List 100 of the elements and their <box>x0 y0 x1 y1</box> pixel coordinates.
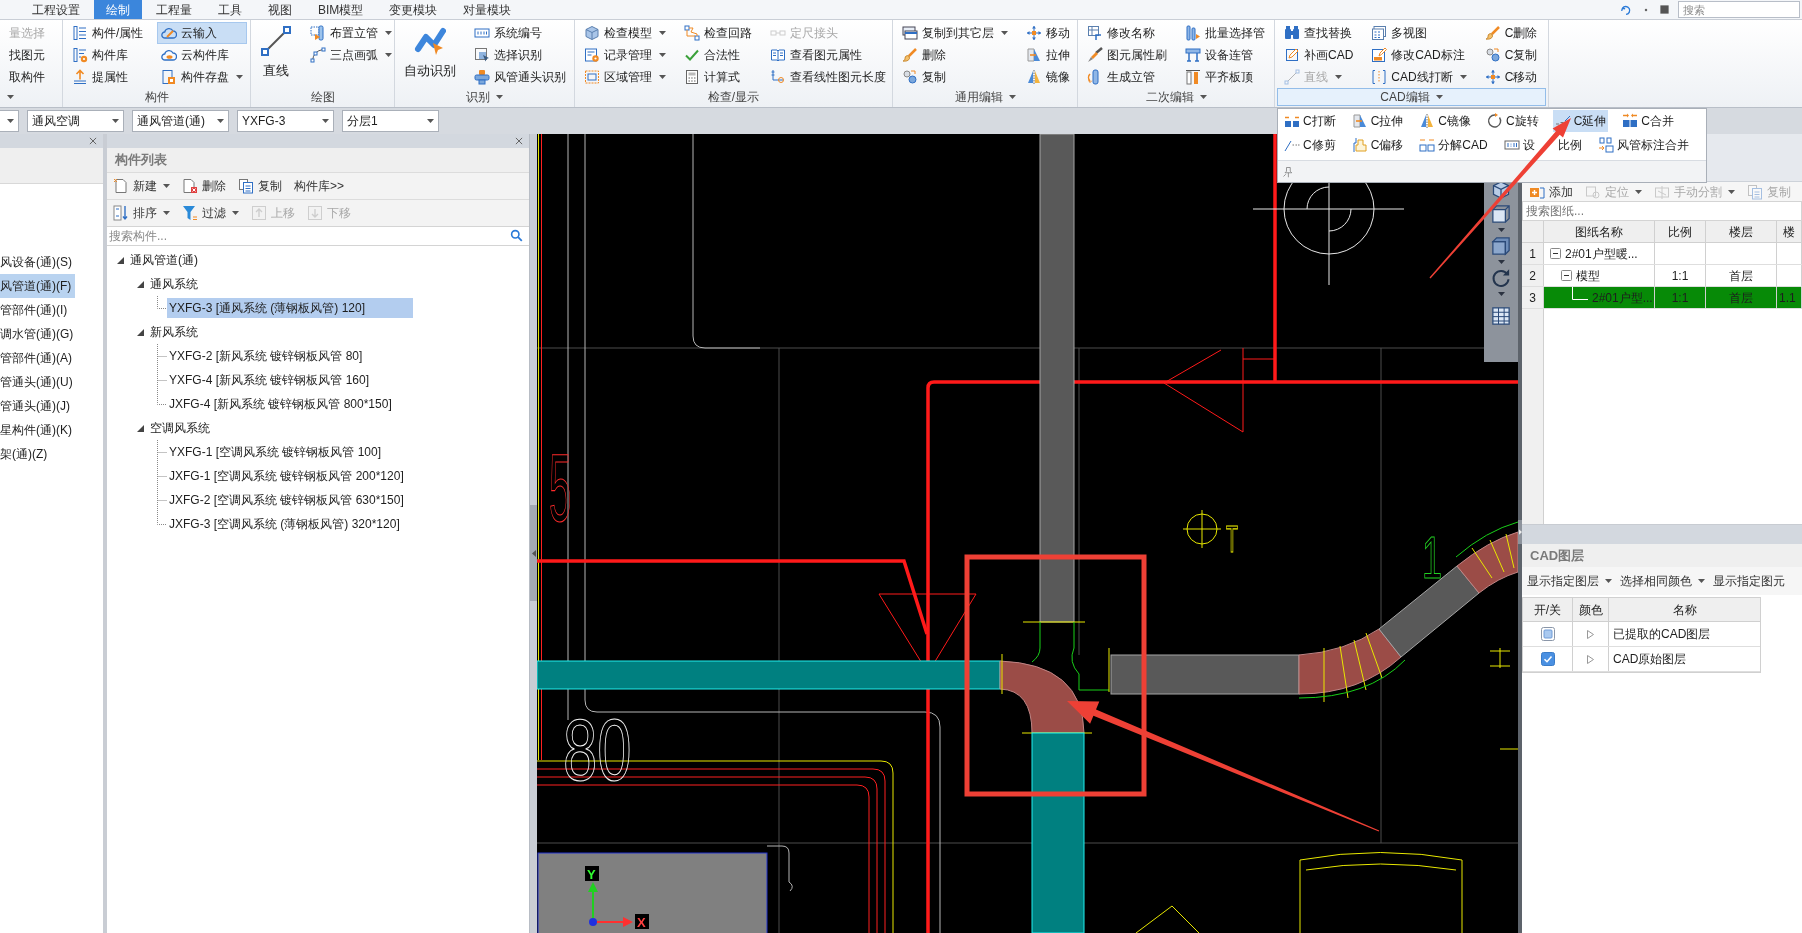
category-item[interactable]: 管通头(通)(J) <box>0 394 75 418</box>
solid-cube-icon[interactable] <box>1491 236 1511 256</box>
menu-tab[interactable]: BIM模型 <box>306 0 376 19</box>
ribbon-button[interactable]: 镜像 <box>1022 66 1074 88</box>
ribbon-button[interactable]: 直线 <box>256 22 296 88</box>
tree-item[interactable]: JXFG-3 [空调风系统 (薄钢板风管) 320*120] <box>167 514 402 534</box>
toolbar-button[interactable]: 过滤 <box>179 202 242 224</box>
ribbon-button[interactable]: 区域管理 <box>580 66 670 88</box>
ribbon-button[interactable]: 修改名称 <box>1083 22 1171 44</box>
toolbar-button[interactable]: 构件库>> <box>291 175 347 197</box>
menu-tab[interactable]: 工程设置 <box>20 0 92 19</box>
search-icon[interactable] <box>510 229 523 242</box>
menu-item[interactable]: C偏移 <box>1349 134 1406 156</box>
ribbon-button[interactable]: 云输入 <box>157 22 248 44</box>
toolbar-button[interactable]: 显示指定图层 <box>1524 570 1615 592</box>
menu-item[interactable]: C合并 <box>1620 110 1677 132</box>
ribbon-button[interactable]: C复制 <box>1480 44 1542 66</box>
toolbar-button[interactable]: 添加 <box>1526 180 1576 203</box>
tree-item[interactable]: JXFG-4 [新风系统 镀锌钢板风管 800*150] <box>167 394 394 414</box>
group-menu-button[interactable]: 二次编辑 <box>1080 88 1272 106</box>
ribbon-button[interactable]: 系统编号 <box>470 22 570 44</box>
column-header[interactable]: 楼层 <box>1706 221 1777 242</box>
triangle-icon[interactable] <box>137 328 144 336</box>
group-menu-button[interactable]: 通用编辑 <box>895 88 1075 106</box>
ribbon-button[interactable]: 多视图 <box>1367 22 1471 44</box>
close-icon[interactable] <box>88 136 98 146</box>
square-icon[interactable] <box>1659 4 1670 15</box>
ribbon-button[interactable]: 批量选择管 <box>1181 22 1269 44</box>
ribbon-button[interactable]: 选择识别 <box>470 44 570 66</box>
ribbon-button[interactable]: 计算式 <box>680 66 756 88</box>
search-field[interactable]: 搜索 <box>1678 1 1800 18</box>
menu-tab[interactable]: 绘制 <box>94 0 142 19</box>
combo-box[interactable]: 分层1 <box>342 110 439 132</box>
tree-item[interactable]: 通风系统 <box>148 274 200 294</box>
ribbon-button[interactable]: 修改CAD标注 <box>1367 44 1471 66</box>
ribbon-button[interactable]: 设备连管 <box>1181 44 1269 66</box>
category-item[interactable]: 调水管(通)(G) <box>0 322 76 346</box>
rotate-icon[interactable] <box>1491 268 1511 288</box>
combo-box[interactable] <box>0 110 19 132</box>
column-header[interactable]: 图纸名称 <box>1544 221 1655 242</box>
collapse-icon[interactable] <box>1550 248 1561 259</box>
column-header[interactable]: 楼 <box>1777 221 1802 242</box>
triangle-icon[interactable] <box>117 256 124 264</box>
wireframe-cube-icon[interactable] <box>1491 204 1511 224</box>
ribbon-button[interactable]: 找图元 <box>5 44 49 66</box>
ribbon-button[interactable]: C移动 <box>1480 66 1542 88</box>
ribbon-button[interactable]: 查找替换 <box>1280 22 1358 44</box>
tree-item[interactable]: YXFG-2 [新风系统 镀锌钢板风管 80] <box>167 346 365 366</box>
category-item[interactable]: 管部件(通)(I) <box>0 298 75 322</box>
triangle-icon[interactable] <box>137 280 144 288</box>
triangle-icon[interactable] <box>137 424 144 432</box>
menu-tab[interactable]: 工程量 <box>144 0 204 19</box>
splitter-handle[interactable] <box>530 505 537 601</box>
ribbon-button[interactable]: 拉伸 <box>1022 44 1074 66</box>
tree-item[interactable]: YXFG-3 [通风系统 (薄钢板风管) 120] <box>167 298 413 318</box>
ribbon-button[interactable]: 生成立管 <box>1083 66 1171 88</box>
ribbon-button[interactable]: 取构件 <box>5 66 49 88</box>
category-item[interactable]: 星构件(通)(K) <box>0 418 75 442</box>
pin-icon[interactable] <box>1282 165 1294 178</box>
column-header[interactable]: 颜色 <box>1573 598 1609 621</box>
tree-item[interactable]: JXFG-2 [空调风系统 镀锌钢板风管 630*150] <box>167 490 406 510</box>
combo-box[interactable]: YXFG-3 <box>237 110 334 132</box>
ribbon-button[interactable]: 提属性 <box>68 66 148 88</box>
ribbon-button[interactable]: 风管通头识别 <box>470 66 570 88</box>
tree-item[interactable]: 通风管道(通) <box>128 250 200 270</box>
ribbon-button[interactable]: 复制 <box>898 66 1012 88</box>
toolbar-button[interactable]: 删除 <box>179 175 229 197</box>
menu-item[interactable]: C旋转 <box>1485 110 1541 132</box>
table-row[interactable]: 3 2#01户型... 1:1 首层 1.1 <box>1522 287 1802 309</box>
group-menu-button[interactable]: CAD编辑 <box>1277 88 1546 106</box>
menu-item[interactable]: C延伸 <box>1552 110 1609 132</box>
ribbon-button[interactable]: 查看线性图元长度 <box>766 66 890 88</box>
tree-item[interactable]: 空调风系统 <box>148 418 212 438</box>
tree-item[interactable]: YXFG-1 [空调风系统 镀锌钢板风管 100] <box>167 442 384 462</box>
ribbon-button[interactable]: 记录管理 <box>580 44 670 66</box>
ribbon-button[interactable]: 补画CAD <box>1280 44 1358 66</box>
ribbon-button[interactable]: 复制到其它层 <box>898 22 1012 44</box>
column-header[interactable]: 开/关 <box>1523 598 1573 621</box>
column-header[interactable]: 名称 <box>1609 598 1761 621</box>
tree-item[interactable]: 新风系统 <box>148 322 200 342</box>
category-item[interactable]: 架(通)(Z) <box>0 442 75 466</box>
toolbar-button[interactable]: 新建 <box>110 175 173 197</box>
close-icon[interactable] <box>514 136 524 146</box>
combo-box[interactable]: 通风管道(通) <box>132 110 229 132</box>
ribbon-button[interactable]: 移动 <box>1022 22 1074 44</box>
ribbon-button[interactable]: 删除 <box>898 44 1012 66</box>
ribbon-button[interactable]: 查看图元属性 <box>766 44 890 66</box>
toolbar-button[interactable]: 显示指定图元 <box>1710 570 1788 592</box>
menu-tab[interactable]: 对量模块 <box>451 0 524 19</box>
search-field[interactable]: 搜索构件... <box>107 226 529 246</box>
menu-item[interactable]: C镜像 <box>1417 110 1473 132</box>
menu-item[interactable]: 分解CAD <box>1417 134 1490 156</box>
ribbon-button[interactable]: 布置立管 <box>306 22 396 44</box>
menu-tab[interactable]: 变更模块 <box>377 0 450 19</box>
toolbar-button[interactable]: 选择相同颜色 <box>1617 570 1708 592</box>
collapse-icon[interactable] <box>1561 270 1572 281</box>
ribbon-button[interactable]: 构件库 <box>68 44 148 66</box>
ribbon-button[interactable]: 构件/属性 <box>68 22 148 44</box>
ribbon-button[interactable]: 检查回路 <box>680 22 756 44</box>
grid-icon[interactable] <box>1491 306 1511 326</box>
